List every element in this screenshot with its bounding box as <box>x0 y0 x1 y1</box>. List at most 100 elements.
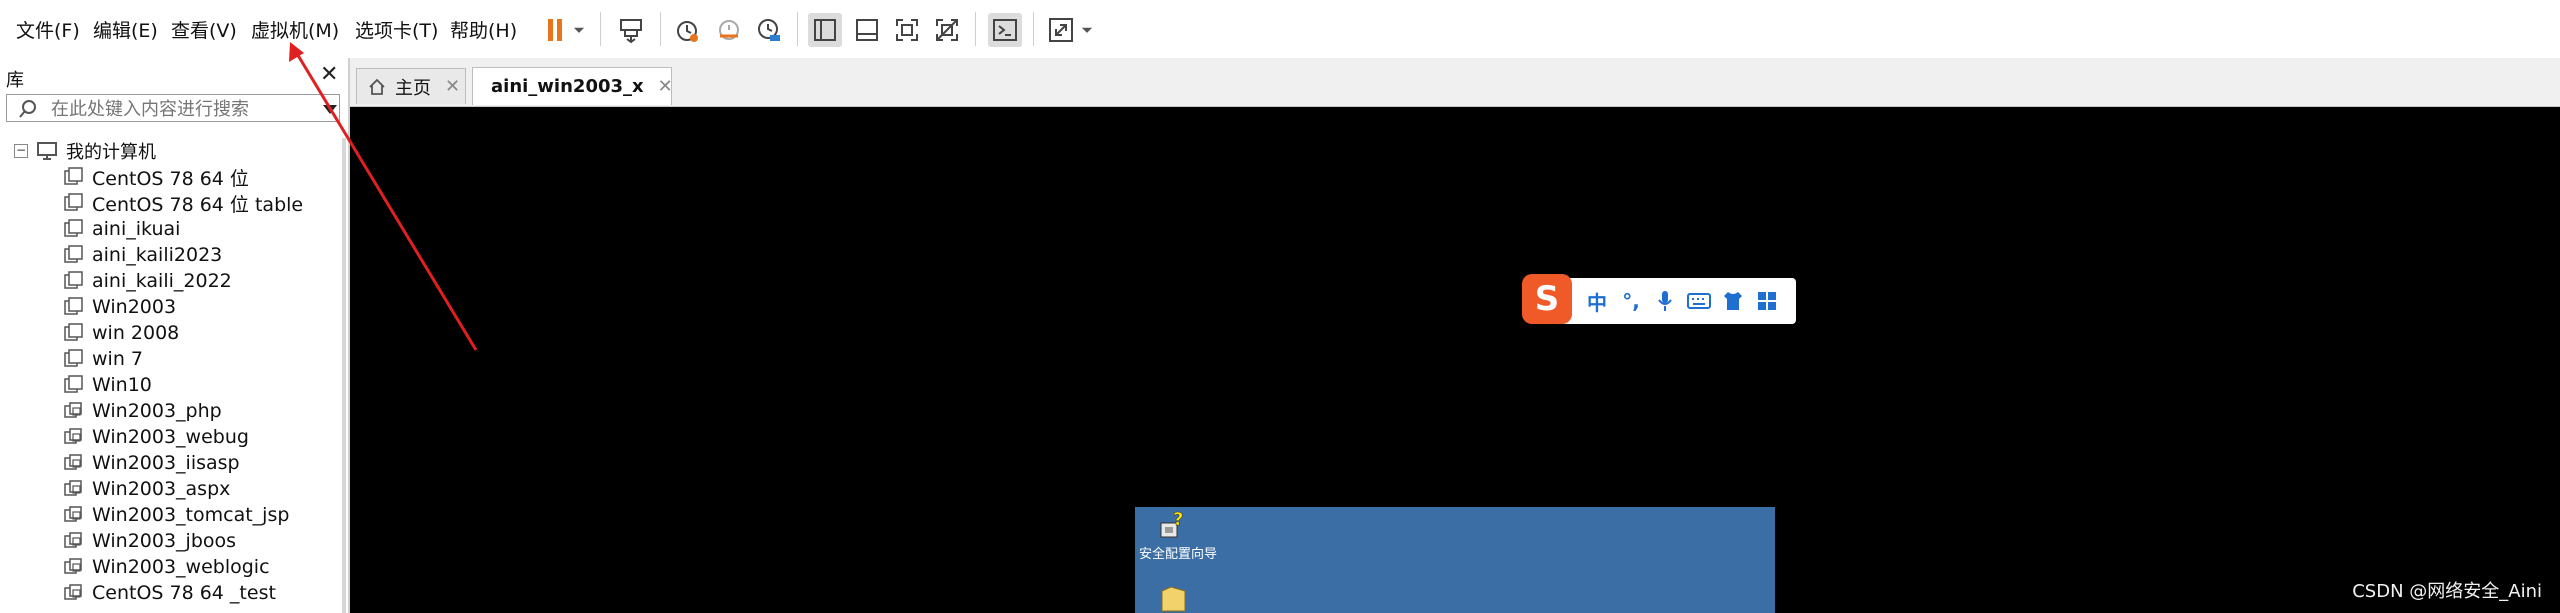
menu-help[interactable]: 帮助(H) <box>450 16 517 43</box>
menu-tabs[interactable]: 选项卡(T) <box>355 16 438 43</box>
ime-toolbar[interactable]: S 中 °, <box>1522 274 1796 324</box>
menu-view[interactable]: 查看(V) <box>171 16 237 43</box>
vm-icon <box>64 297 83 315</box>
library-view-button[interactable] <box>808 13 842 47</box>
revert-snapshot-icon <box>719 20 739 40</box>
computer-icon <box>37 142 57 160</box>
keyboard-icon[interactable] <box>1686 288 1712 314</box>
security-wizard-icon[interactable]: ? <box>1155 511 1187 543</box>
watermark: CSDN @网络安全_Aini <box>2352 581 2542 602</box>
console-icon <box>993 19 1017 41</box>
stretch-button[interactable] <box>1044 13 1078 47</box>
library-search-box[interactable] <box>6 94 340 122</box>
vm-icon <box>64 375 83 393</box>
vm-list-item[interactable]: Win2003_aspx <box>64 476 230 502</box>
unity-button[interactable] <box>930 13 964 47</box>
vm-list-item[interactable]: Win2003_weblogic <box>64 554 270 580</box>
vm-list-item-label: Win2003_iisasp <box>92 452 240 474</box>
pause-icon <box>548 19 562 41</box>
collapse-icon[interactable]: − <box>14 144 28 158</box>
vm-list-item[interactable]: CentOS 78 64 位 table <box>64 190 303 216</box>
folder-icon[interactable] <box>1159 581 1189 613</box>
tree-root-label: 我的计算机 <box>66 142 156 163</box>
vm-list-item-label: Win2003_tomcat_jsp <box>92 504 290 526</box>
unity-icon <box>936 19 958 41</box>
revert-snapshot-button[interactable] <box>712 13 746 47</box>
tab-home[interactable]: 主页 ✕ <box>356 68 466 104</box>
tab-vm-label: aini_win2003_x <box>491 76 644 97</box>
vm-list-item[interactable]: win 7 <box>64 346 143 372</box>
pause-button[interactable] <box>538 13 572 47</box>
menu-edit[interactable]: 编辑(E) <box>93 16 158 43</box>
linked-clone-vm-icon <box>64 558 82 574</box>
vm-list-item[interactable]: Win2003_webug <box>64 424 249 450</box>
home-icon <box>369 78 385 95</box>
dropdown-icon <box>573 27 585 33</box>
snapshot-manager-button[interactable] <box>752 13 786 47</box>
tree-root-my-computer[interactable]: − 我的计算机 <box>14 138 156 164</box>
vm-list-item-label: Win2003_webug <box>92 426 249 448</box>
stretch-icon <box>1049 18 1073 42</box>
vm-list-item[interactable]: win 2008 <box>64 320 179 346</box>
desktop-icon-label: 安全配置向导 <box>1139 547 1218 562</box>
library-close-button[interactable]: ✕ <box>320 62 338 87</box>
linked-clone-vm-icon <box>64 532 82 548</box>
tab-vm[interactable]: aini_win2003_x ✕ <box>472 67 673 105</box>
vm-list-item-label: CentOS 78 64 位 table <box>92 193 304 216</box>
power-dropdown-button[interactable] <box>568 13 590 47</box>
vm-list-item[interactable]: aini_kaili_2022 <box>64 268 232 294</box>
microphone-icon[interactable] <box>1652 288 1678 314</box>
vm-list-item-label: CentOS 78 64 位 <box>92 167 249 190</box>
vm-list-item[interactable]: Win2003_jboos <box>64 528 236 554</box>
toolbar-separator <box>797 12 798 46</box>
toolbox-icon[interactable] <box>1754 288 1780 314</box>
skin-icon[interactable] <box>1720 288 1746 314</box>
vm-list-item[interactable]: aini_kaili2023 <box>64 242 222 268</box>
take-snapshot-button[interactable] <box>670 13 704 47</box>
ime-punctuation-toggle[interactable]: °, <box>1618 288 1644 314</box>
vm-icon <box>64 323 83 341</box>
tab-home-label: 主页 <box>395 77 431 99</box>
close-icon[interactable]: ✕ <box>658 76 673 97</box>
toolbar-separator <box>660 12 661 46</box>
thumbnail-view-icon <box>856 19 878 41</box>
vm-list-item[interactable]: Win2003_tomcat_jsp <box>64 502 289 528</box>
close-icon[interactable]: ✕ <box>445 76 460 97</box>
send-keys-icon <box>620 19 642 44</box>
linked-clone-vm-icon <box>64 506 82 522</box>
vm-list-item[interactable]: Win2003_iisasp <box>64 450 240 476</box>
vm-list-item[interactable]: CentOS 78 64 _test <box>64 580 276 606</box>
fullscreen-button[interactable] <box>890 13 924 47</box>
thumbnail-view-button[interactable] <box>850 13 884 47</box>
send-ctrl-alt-del-button[interactable] <box>614 13 648 47</box>
vm-icon <box>64 167 83 185</box>
search-icon <box>19 100 36 118</box>
vm-list-item-label: aini_kaili2023 <box>92 244 223 266</box>
sogou-logo-icon[interactable]: S <box>1522 274 1572 324</box>
vm-list-item-label: Win2003_php <box>92 400 222 422</box>
vm-list-item-label: Win2003_jboos <box>92 530 237 552</box>
menu-file[interactable]: 文件(F) <box>16 16 80 43</box>
vm-list-item[interactable]: Win2003_php <box>64 398 222 424</box>
vm-list-item[interactable]: Win2003 <box>64 294 176 320</box>
ime-mode-toggle[interactable]: 中 <box>1584 288 1610 315</box>
search-dropdown-icon[interactable] <box>323 105 337 114</box>
vm-icon <box>64 271 83 289</box>
vm-list-item[interactable]: aini_ikuai <box>64 216 180 242</box>
vm-list-item-label: aini_ikuai <box>92 218 181 240</box>
menu-vm[interactable]: 虚拟机(M) <box>251 16 339 43</box>
library-scrollbar[interactable] <box>342 138 346 613</box>
guest-desktop[interactable]: ? 安全配置向导 <box>1135 507 1775 613</box>
library-panel: 库 ✕ − 我的计算机 CentOS 78 64 位 CentOS 78 64 位… <box>0 58 350 613</box>
stretch-dropdown-button[interactable] <box>1076 13 1098 47</box>
linked-clone-vm-icon <box>64 402 82 418</box>
svg-text:?: ? <box>1173 511 1183 530</box>
console-view-button[interactable] <box>988 13 1022 47</box>
vm-list-item[interactable]: CentOS 78 64 位 <box>64 164 249 190</box>
snapshot-icon <box>677 21 698 42</box>
library-search-input[interactable] <box>49 97 303 121</box>
vm-list-item-label: win 2008 <box>92 322 180 344</box>
vm-list-item[interactable]: Win10 <box>64 372 152 398</box>
vm-list-item-label: win 7 <box>92 348 143 370</box>
vm-list-item-label: Win2003_aspx <box>92 478 231 500</box>
